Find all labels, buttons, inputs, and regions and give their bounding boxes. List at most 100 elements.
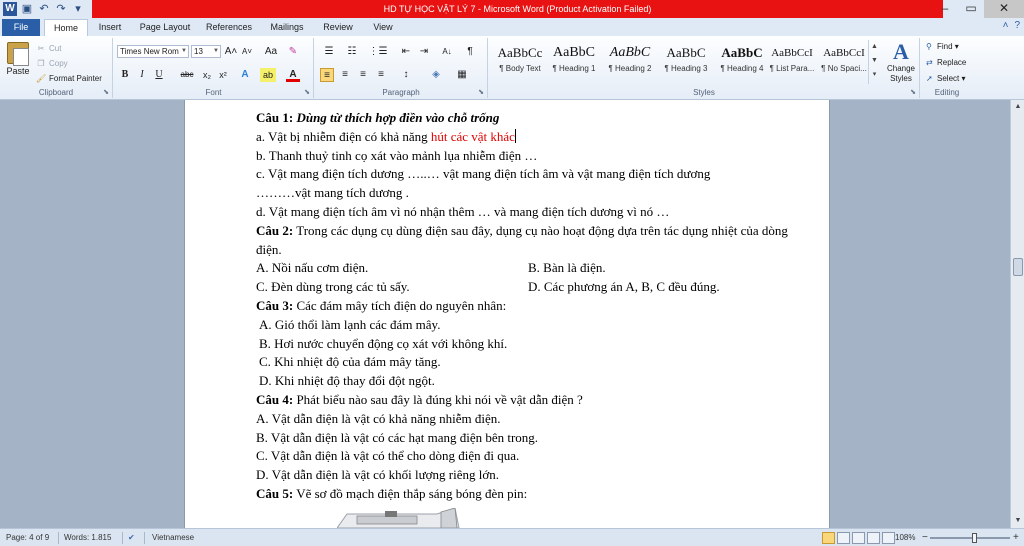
bullets-button[interactable]: ☰ bbox=[320, 45, 338, 59]
q3-option-d: D. Khi nhiệt độ thay đổi đột ngột. bbox=[259, 373, 435, 389]
word-count[interactable]: Words: 1.815 bbox=[64, 529, 111, 546]
underline-button[interactable]: U bbox=[153, 68, 165, 82]
style-body-text[interactable]: AaBbCc ¶ Body Text bbox=[490, 40, 550, 80]
strikethrough-button[interactable]: abc bbox=[178, 68, 196, 82]
font-group-label: Font bbox=[205, 88, 222, 97]
show-formatting-marks-button[interactable]: ¶ bbox=[463, 45, 477, 59]
print-layout-view-icon[interactable] bbox=[822, 532, 835, 544]
increase-indent-button[interactable]: ⇥ bbox=[417, 45, 431, 59]
scrollbar-thumb[interactable] bbox=[1013, 258, 1023, 276]
font-launcher-icon[interactable]: ⬊ bbox=[304, 88, 310, 96]
language-indicator[interactable]: Vietnamese bbox=[152, 529, 194, 546]
draft-view-icon[interactable] bbox=[882, 532, 895, 544]
page-count[interactable]: Page: 4 of 9 bbox=[6, 529, 49, 546]
clear-formatting-icon[interactable]: ✎ bbox=[286, 45, 300, 59]
tab-page-layout[interactable]: Page Layout bbox=[134, 19, 196, 36]
tab-insert[interactable]: Insert bbox=[92, 19, 128, 36]
align-left-button[interactable]: ≡ bbox=[320, 68, 334, 82]
multilevel-list-button[interactable]: ⋮☰ bbox=[367, 45, 389, 59]
italic-button[interactable]: I bbox=[136, 68, 148, 82]
minimize-button[interactable]: – bbox=[932, 0, 958, 18]
scissors-icon: ✂ bbox=[37, 44, 45, 53]
scroll-up-arrow-icon[interactable]: ▲ bbox=[1011, 100, 1024, 114]
paste-button[interactable]: Paste bbox=[4, 42, 32, 82]
borders-button[interactable]: ▦ bbox=[453, 68, 471, 82]
copy-button[interactable]: ❐ Copy bbox=[36, 56, 102, 71]
numbering-button[interactable]: ☷ bbox=[343, 45, 361, 59]
sort-button[interactable]: A↓ bbox=[439, 45, 455, 59]
font-color-button[interactable]: A bbox=[286, 68, 300, 82]
save-icon[interactable]: ▣ bbox=[20, 2, 34, 16]
document-page[interactable]: Câu 1: Dùng từ thích hợp điền vào chỗ tr… bbox=[184, 100, 830, 528]
status-bar: Page: 4 of 9 Words: 1.815 ✔ Vietnamese 1… bbox=[0, 528, 1024, 546]
full-screen-reading-view-icon[interactable] bbox=[837, 532, 850, 544]
bold-button[interactable]: B bbox=[119, 68, 131, 82]
style-no-spacing[interactable]: AaBbCcI ¶ No Spaci... bbox=[814, 40, 874, 80]
select-label: Select bbox=[937, 74, 960, 83]
scroll-up-icon[interactable]: ▲ bbox=[869, 40, 880, 54]
find-button[interactable]: ⚲ Find ▾ bbox=[926, 39, 966, 55]
customize-qat-icon[interactable]: ▾ bbox=[71, 2, 85, 16]
tab-mailings[interactable]: Mailings bbox=[264, 19, 310, 36]
cut-label: Cut bbox=[49, 44, 62, 53]
minimize-ribbon-icon[interactable]: ˄ bbox=[1003, 20, 1009, 31]
tab-references[interactable]: References bbox=[202, 19, 256, 36]
select-button[interactable]: ➚ Select ▾ bbox=[926, 71, 966, 87]
align-right-button[interactable]: ≡ bbox=[356, 68, 370, 82]
proofing-icon[interactable]: ✔ bbox=[128, 529, 135, 546]
shading-button[interactable]: ◈ bbox=[427, 68, 445, 82]
superscript-button[interactable]: x² bbox=[216, 68, 230, 82]
tab-home[interactable]: Home bbox=[44, 19, 88, 36]
text-effects-button[interactable]: A bbox=[238, 68, 252, 82]
change-case-button[interactable]: Aa bbox=[262, 45, 280, 59]
zoom-in-button[interactable]: + bbox=[1013, 529, 1019, 546]
more-styles-icon[interactable]: ▾ bbox=[869, 68, 880, 82]
paragraph-launcher-icon[interactable]: ⬊ bbox=[478, 88, 484, 96]
maximize-button[interactable]: ▭ bbox=[958, 0, 984, 18]
change-styles-button[interactable]: A Change Styles bbox=[883, 40, 919, 84]
decrease-indent-button[interactable]: ⇤ bbox=[399, 45, 413, 59]
font-size-select[interactable]: 13 ▼ bbox=[191, 45, 221, 58]
style-list-paragraph[interactable]: AaBbCcI ¶ List Para... bbox=[762, 40, 822, 80]
scroll-down-icon[interactable]: ▼ bbox=[869, 54, 880, 68]
shrink-font-button[interactable]: A˅ bbox=[240, 45, 254, 59]
tab-view[interactable]: View bbox=[366, 19, 400, 36]
vertical-scrollbar[interactable]: ▲ ▼ bbox=[1010, 100, 1024, 528]
style-heading-3[interactable]: AaBbC ¶ Heading 3 bbox=[656, 40, 716, 80]
justify-button[interactable]: ≡ bbox=[374, 68, 388, 82]
tab-review[interactable]: Review bbox=[318, 19, 358, 36]
line-spacing-button[interactable]: ↕ bbox=[397, 68, 415, 82]
tab-file[interactable]: File bbox=[2, 19, 40, 36]
font-group: Times New Rom ▼ 13 ▼ A˄ A˅ Aa ✎ B I U abc … bbox=[114, 38, 314, 98]
help-icon[interactable]: ? bbox=[1014, 20, 1020, 31]
web-layout-view-icon[interactable] bbox=[852, 532, 865, 544]
grow-font-button[interactable]: A˄ bbox=[224, 45, 238, 59]
q1-item-b: b. Thanh thuỷ tinh cọ xát vào mảnh lụa n… bbox=[256, 147, 538, 163]
format-painter-button[interactable]: 🖌 Format Painter bbox=[36, 71, 102, 86]
subscript-button[interactable]: x₂ bbox=[200, 68, 214, 82]
font-name-select[interactable]: Times New Rom ▼ bbox=[117, 45, 189, 58]
flashlight-image[interactable] bbox=[337, 508, 467, 528]
zoom-level[interactable]: 108% bbox=[895, 529, 915, 546]
word-app-icon[interactable]: W bbox=[3, 2, 17, 16]
close-button[interactable]: ✕ bbox=[984, 0, 1024, 18]
zoom-slider-knob[interactable] bbox=[972, 533, 977, 543]
question-3: Câu 3: Các đám mây tích điện do nguyên n… bbox=[256, 297, 796, 316]
zoom-slider[interactable] bbox=[930, 533, 1010, 543]
redo-icon[interactable]: ↷ bbox=[54, 2, 68, 16]
replace-button[interactable]: ⇄ Replace bbox=[926, 55, 966, 71]
styles-gallery-scroll[interactable]: ▲ ▼ ▾ bbox=[868, 40, 880, 84]
outline-view-icon[interactable] bbox=[867, 532, 880, 544]
undo-icon[interactable]: ↶ bbox=[37, 2, 51, 16]
style-heading-1[interactable]: AaBbC ¶ Heading 1 bbox=[544, 40, 604, 80]
clipboard-group: Paste ✂ Cut ❐ Copy 🖌 Format Painter Clipboa… bbox=[0, 38, 113, 98]
clipboard-launcher-icon[interactable]: ⬊ bbox=[103, 88, 109, 96]
highlight-button[interactable]: ab bbox=[260, 68, 276, 82]
center-button[interactable]: ≡ bbox=[338, 68, 352, 82]
style-heading-2[interactable]: AaBbC ¶ Heading 2 bbox=[600, 40, 660, 80]
zoom-out-button[interactable]: − bbox=[922, 529, 928, 546]
cut-button[interactable]: ✂ Cut bbox=[36, 41, 102, 56]
styles-launcher-icon[interactable]: ⬊ bbox=[910, 88, 916, 96]
scroll-down-arrow-icon[interactable]: ▼ bbox=[1011, 514, 1024, 528]
document-body[interactable]: Câu 1: Dùng từ thích hợp điền vào chỗ tr… bbox=[256, 109, 796, 504]
